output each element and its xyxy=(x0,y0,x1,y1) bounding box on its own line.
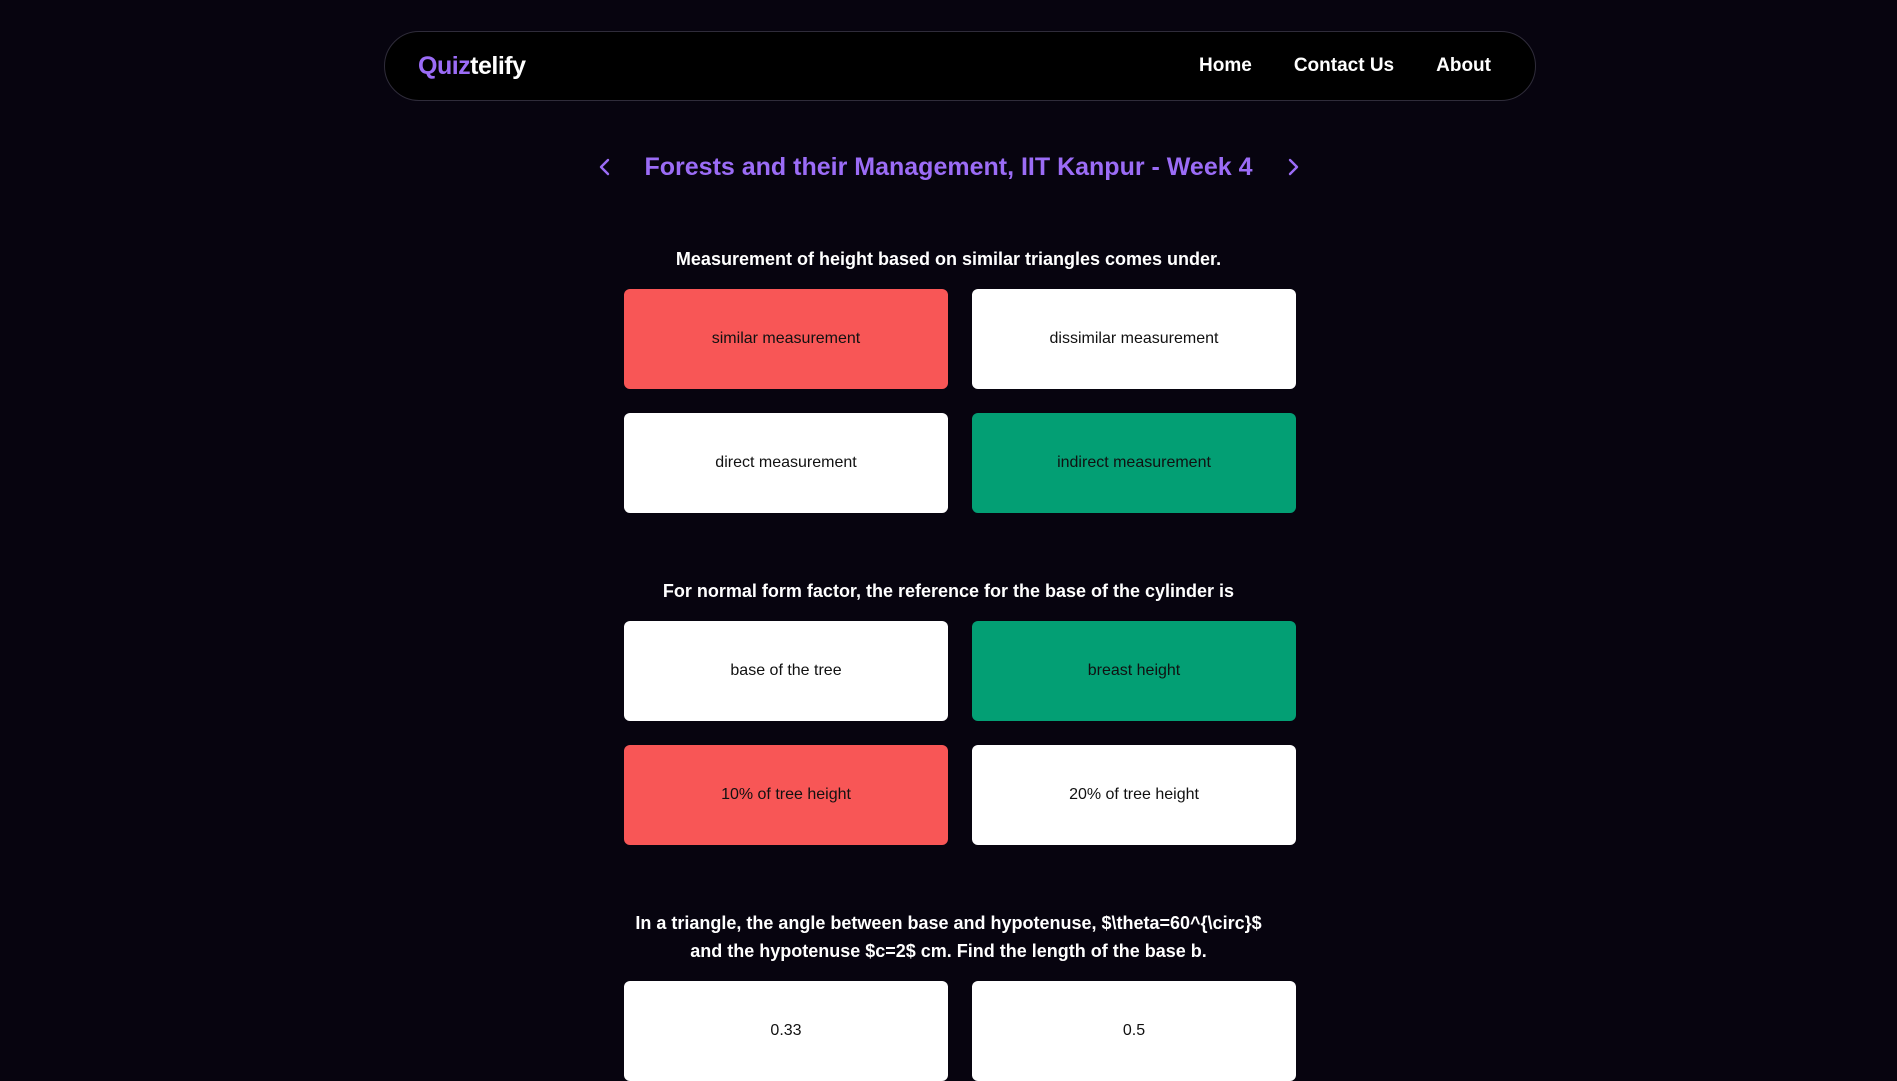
question-3: In a triangle, the angle between base an… xyxy=(0,909,1897,965)
question-2-option-2[interactable]: breast height xyxy=(972,621,1296,721)
question-1-option-2[interactable]: dissimilar measurement xyxy=(972,289,1296,389)
option-label: breast height xyxy=(1087,662,1181,679)
logo[interactable]: Quiztelify xyxy=(418,52,526,81)
nav-link-home[interactable]: Home xyxy=(1199,55,1252,77)
question-1-option-1[interactable]: similar measurement xyxy=(624,289,948,389)
question-2-option-4[interactable]: 20% of tree height xyxy=(972,745,1296,845)
option-label: base of the tree xyxy=(730,662,842,679)
week-header: Forests and their Management, IIT Kanpur… xyxy=(0,145,1897,189)
chevron-left-icon[interactable] xyxy=(585,147,625,187)
option-label: similar measurement xyxy=(711,330,861,347)
logo-telify: telify xyxy=(470,51,526,80)
question-1-option-4[interactable]: indirect measurement xyxy=(972,413,1296,513)
option-label: dissimilar measurement xyxy=(1049,330,1219,347)
question-3-text: In a triangle, the angle between base an… xyxy=(635,913,1262,961)
nav-links: Home Contact Us About xyxy=(1199,55,1491,77)
question-1-option-3[interactable]: direct measurement xyxy=(624,413,948,513)
option-label: 0.33 xyxy=(770,1022,802,1039)
logo-quiz: Quiz xyxy=(418,51,471,80)
chevron-right-icon[interactable] xyxy=(1273,147,1313,187)
question-2-text: For normal form factor, the reference fo… xyxy=(662,581,1235,601)
question-3-option-1[interactable]: 0.33 xyxy=(624,981,948,1081)
navbar: Quiztelify Home Contact Us About xyxy=(384,31,1536,101)
option-label: direct measurement xyxy=(715,454,857,471)
option-label: 0.5 xyxy=(1122,1022,1146,1039)
nav-link-contact-us[interactable]: Contact Us xyxy=(1294,55,1394,77)
question-2-option-1[interactable]: base of the tree xyxy=(624,621,948,721)
nav-link-about[interactable]: About xyxy=(1436,55,1491,77)
option-label: 20% of tree height xyxy=(1069,786,1199,803)
option-label: 10% of tree height xyxy=(721,786,851,803)
question-3-option-2[interactable]: 0.5 xyxy=(972,981,1296,1081)
option-label: indirect measurement xyxy=(1057,454,1211,471)
question-1-text: Measurement of height based on similar t… xyxy=(675,249,1222,269)
question-2-option-3[interactable]: 10% of tree height xyxy=(624,745,948,845)
page-title: Forests and their Management, IIT Kanpur… xyxy=(644,152,1253,181)
